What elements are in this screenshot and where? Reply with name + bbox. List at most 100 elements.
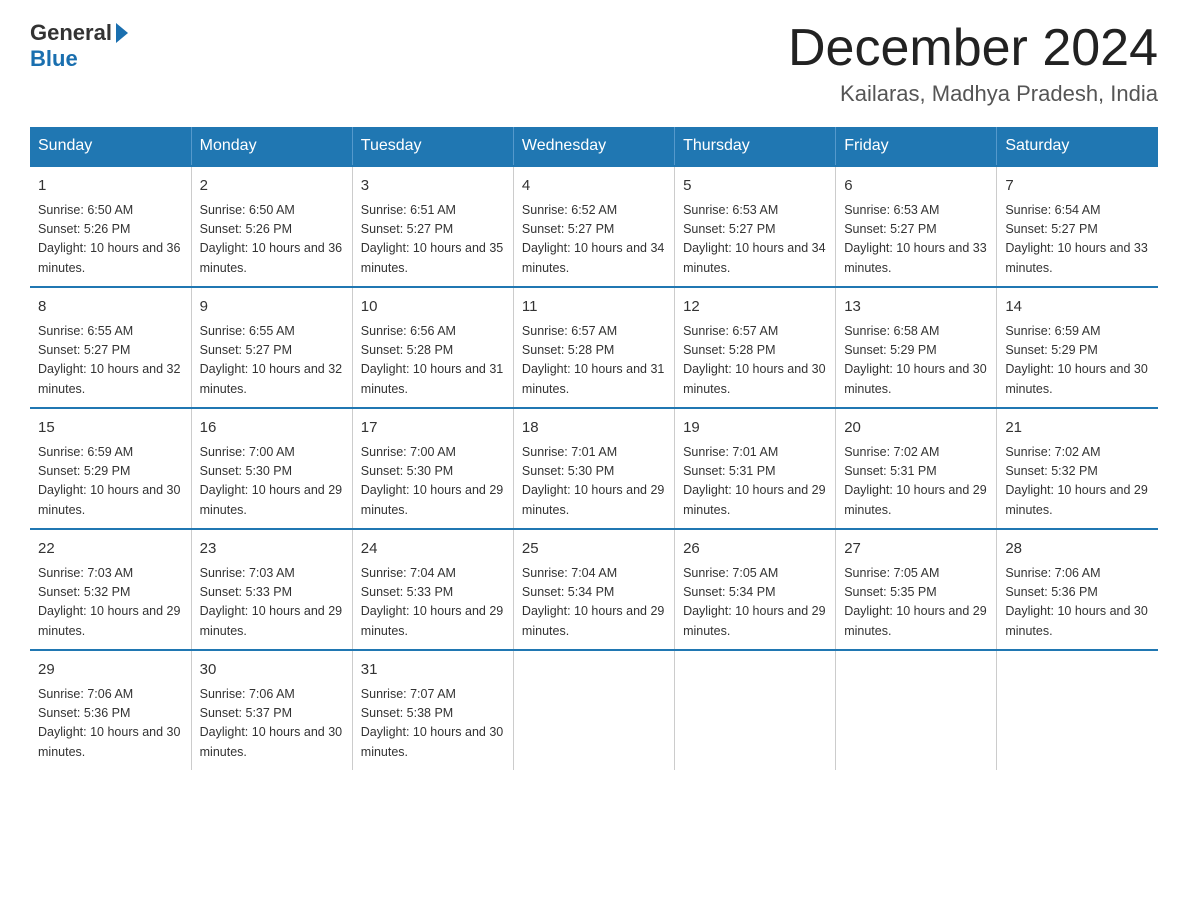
cell-sun-info: Sunrise: 6:52 AMSunset: 5:27 PMDaylight:… <box>522 201 666 279</box>
cell-sun-info: Sunrise: 6:55 AMSunset: 5:27 PMDaylight:… <box>38 322 183 400</box>
day-number: 17 <box>361 417 505 440</box>
logo-text-general: General <box>30 20 112 46</box>
cell-sun-info: Sunrise: 7:00 AMSunset: 5:30 PMDaylight:… <box>361 443 505 521</box>
table-row: 7 Sunrise: 6:54 AMSunset: 5:27 PMDaylight… <box>997 166 1158 287</box>
table-row <box>997 650 1158 770</box>
day-number: 19 <box>683 417 827 440</box>
cell-sun-info: Sunrise: 7:06 AMSunset: 5:36 PMDaylight:… <box>1005 564 1150 642</box>
day-number: 3 <box>361 175 505 198</box>
day-number: 21 <box>1005 417 1150 440</box>
cell-sun-info: Sunrise: 7:03 AMSunset: 5:33 PMDaylight:… <box>200 564 344 642</box>
table-row: 19Sunrise: 7:01 AMSunset: 5:31 PMDayligh… <box>675 408 836 529</box>
table-row: 23 Sunrise: 7:03 AMSunset: 5:33 PMDayligh… <box>191 529 352 650</box>
table-row: 29Sunrise: 7:06 AMSunset: 5:36 PMDayligh… <box>30 650 191 770</box>
day-number: 18 <box>522 417 666 440</box>
cell-sun-info: Sunrise: 7:03 AMSunset: 5:32 PMDaylight:… <box>38 564 183 642</box>
cell-sun-info: Sunrise: 6:55 AMSunset: 5:27 PMDaylight:… <box>200 322 344 400</box>
calendar-header-row: Sunday Monday Tuesday Wednesday Thursday… <box>30 127 1158 166</box>
day-number: 25 <box>522 538 666 561</box>
table-row: 14 Sunrise: 6:59 AMSunset: 5:29 PMDayligh… <box>997 287 1158 408</box>
table-row: 10 Sunrise: 6:56 AMSunset: 5:28 PMDayligh… <box>352 287 513 408</box>
cell-sun-info: Sunrise: 6:59 AMSunset: 5:29 PMDaylight:… <box>1005 322 1150 400</box>
cell-sun-info: Sunrise: 7:02 AMSunset: 5:32 PMDaylight:… <box>1005 443 1150 521</box>
cell-sun-info: Sunrise: 7:05 AMSunset: 5:34 PMDaylight:… <box>683 564 827 642</box>
table-row: 21 Sunrise: 7:02 AMSunset: 5:32 PMDayligh… <box>997 408 1158 529</box>
day-number: 6 <box>844 175 988 198</box>
calendar-week-row: 29Sunrise: 7:06 AMSunset: 5:36 PMDayligh… <box>30 650 1158 770</box>
calendar-table: Sunday Monday Tuesday Wednesday Thursday… <box>30 127 1158 770</box>
page-header: General Blue December 2024 Kailaras, Mad… <box>30 20 1158 107</box>
table-row <box>513 650 674 770</box>
calendar-week-row: 15 Sunrise: 6:59 AMSunset: 5:29 PMDayligh… <box>30 408 1158 529</box>
calendar-week-row: 22 Sunrise: 7:03 AMSunset: 5:32 PMDayligh… <box>30 529 1158 650</box>
day-number: 20 <box>844 417 988 440</box>
day-number: 12 <box>683 296 827 319</box>
day-number: 26 <box>683 538 827 561</box>
day-number: 13 <box>844 296 988 319</box>
calendar-week-row: 8 Sunrise: 6:55 AMSunset: 5:27 PMDaylight… <box>30 287 1158 408</box>
day-number: 9 <box>200 296 344 319</box>
col-saturday: Saturday <box>997 127 1158 166</box>
table-row: 9 Sunrise: 6:55 AMSunset: 5:27 PMDaylight… <box>191 287 352 408</box>
table-row: 28 Sunrise: 7:06 AMSunset: 5:36 PMDayligh… <box>997 529 1158 650</box>
table-row <box>675 650 836 770</box>
cell-sun-info: Sunrise: 6:57 AMSunset: 5:28 PMDaylight:… <box>522 322 666 400</box>
col-friday: Friday <box>836 127 997 166</box>
cell-sun-info: Sunrise: 6:57 AMSunset: 5:28 PMDaylight:… <box>683 322 827 400</box>
day-number: 8 <box>38 296 183 319</box>
cell-sun-info: Sunrise: 6:59 AMSunset: 5:29 PMDaylight:… <box>38 443 183 521</box>
table-row: 3 Sunrise: 6:51 AMSunset: 5:27 PMDaylight… <box>352 166 513 287</box>
title-section: December 2024 Kailaras, Madhya Pradesh, … <box>788 20 1158 107</box>
location-subtitle: Kailaras, Madhya Pradesh, India <box>788 81 1158 107</box>
logo-arrow-icon <box>116 23 128 43</box>
day-number: 31 <box>361 659 505 682</box>
day-number: 7 <box>1005 175 1150 198</box>
day-number: 30 <box>200 659 344 682</box>
cell-sun-info: Sunrise: 7:04 AMSunset: 5:34 PMDaylight:… <box>522 564 666 642</box>
cell-sun-info: Sunrise: 7:05 AMSunset: 5:35 PMDaylight:… <box>844 564 988 642</box>
day-number: 27 <box>844 538 988 561</box>
logo: General Blue <box>30 20 130 72</box>
day-number: 5 <box>683 175 827 198</box>
month-year-title: December 2024 <box>788 20 1158 77</box>
cell-sun-info: Sunrise: 7:00 AMSunset: 5:30 PMDaylight:… <box>200 443 344 521</box>
table-row: 15 Sunrise: 6:59 AMSunset: 5:29 PMDayligh… <box>30 408 191 529</box>
col-thursday: Thursday <box>675 127 836 166</box>
day-number: 23 <box>200 538 344 561</box>
day-number: 1 <box>38 175 183 198</box>
day-number: 22 <box>38 538 183 561</box>
table-row: 25 Sunrise: 7:04 AMSunset: 5:34 PMDayligh… <box>513 529 674 650</box>
table-row <box>836 650 997 770</box>
day-number: 28 <box>1005 538 1150 561</box>
cell-sun-info: Sunrise: 7:01 AMSunset: 5:30 PMDaylight:… <box>522 443 666 521</box>
table-row: 1 Sunrise: 6:50 AMSunset: 5:26 PMDaylight… <box>30 166 191 287</box>
day-number: 11 <box>522 296 666 319</box>
cell-sun-info: Sunrise: 6:58 AMSunset: 5:29 PMDaylight:… <box>844 322 988 400</box>
table-row: 20 Sunrise: 7:02 AMSunset: 5:31 PMDayligh… <box>836 408 997 529</box>
cell-sun-info: Sunrise: 6:54 AMSunset: 5:27 PMDaylight:… <box>1005 201 1150 279</box>
day-number: 4 <box>522 175 666 198</box>
table-row: 27 Sunrise: 7:05 AMSunset: 5:35 PMDayligh… <box>836 529 997 650</box>
day-number: 10 <box>361 296 505 319</box>
table-row: 2Sunrise: 6:50 AMSunset: 5:26 PMDaylight… <box>191 166 352 287</box>
cell-sun-info: Sunrise: 7:04 AMSunset: 5:33 PMDaylight:… <box>361 564 505 642</box>
cell-sun-info: Sunrise: 6:56 AMSunset: 5:28 PMDaylight:… <box>361 322 505 400</box>
table-row: 8 Sunrise: 6:55 AMSunset: 5:27 PMDaylight… <box>30 287 191 408</box>
cell-sun-info: Sunrise: 7:02 AMSunset: 5:31 PMDaylight:… <box>844 443 988 521</box>
cell-sun-info: Sunrise: 6:50 AMSunset: 5:26 PMDaylight:… <box>38 201 183 279</box>
table-row: 30 Sunrise: 7:06 AMSunset: 5:37 PMDayligh… <box>191 650 352 770</box>
table-row: 12 Sunrise: 6:57 AMSunset: 5:28 PMDayligh… <box>675 287 836 408</box>
table-row: 6Sunrise: 6:53 AMSunset: 5:27 PMDaylight… <box>836 166 997 287</box>
cell-sun-info: Sunrise: 6:51 AMSunset: 5:27 PMDaylight:… <box>361 201 505 279</box>
table-row: 26 Sunrise: 7:05 AMSunset: 5:34 PMDayligh… <box>675 529 836 650</box>
table-row: 31 Sunrise: 7:07 AMSunset: 5:38 PMDayligh… <box>352 650 513 770</box>
col-monday: Monday <box>191 127 352 166</box>
day-number: 15 <box>38 417 183 440</box>
col-sunday: Sunday <box>30 127 191 166</box>
cell-sun-info: Sunrise: 7:06 AMSunset: 5:37 PMDaylight:… <box>200 685 344 763</box>
table-row: 4 Sunrise: 6:52 AMSunset: 5:27 PMDaylight… <box>513 166 674 287</box>
table-row: 13 Sunrise: 6:58 AMSunset: 5:29 PMDayligh… <box>836 287 997 408</box>
cell-sun-info: Sunrise: 7:07 AMSunset: 5:38 PMDaylight:… <box>361 685 505 763</box>
day-number: 14 <box>1005 296 1150 319</box>
calendar-week-row: 1 Sunrise: 6:50 AMSunset: 5:26 PMDaylight… <box>30 166 1158 287</box>
